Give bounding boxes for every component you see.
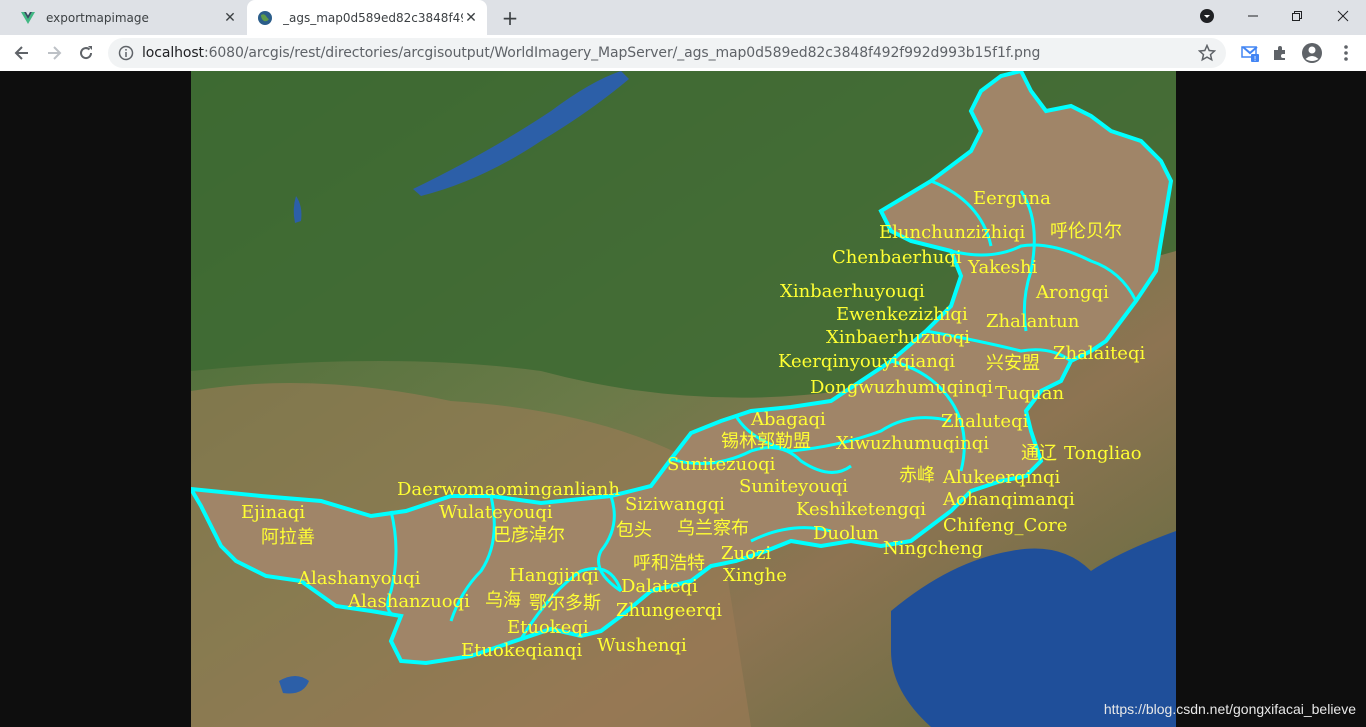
map-label: 呼和浩特 (633, 553, 705, 574)
reload-button[interactable] (72, 39, 100, 67)
map-label: Chenbaerhuqi (832, 247, 962, 268)
map-label: Xinbaerhuzuoqi (826, 327, 970, 348)
close-window-button[interactable] (1320, 0, 1366, 32)
tab-title: exportmapimage (46, 10, 149, 25)
restore-button[interactable] (1274, 0, 1320, 32)
map-label: Keerqinyouyiqianqi (778, 351, 955, 372)
map-label: Daerwomaominganlianh (397, 479, 620, 500)
map-label: Zhaluteqi (941, 411, 1029, 432)
close-icon (1337, 10, 1349, 22)
map-label: Ewenkezizhiqi (836, 304, 968, 325)
map-label: Wulateyouqi (439, 502, 553, 523)
map-label: 乌兰察布 (677, 518, 749, 539)
info-icon[interactable] (118, 45, 134, 61)
map-label: Yakeshi (967, 257, 1038, 278)
map-label: Zhungeerqi (616, 600, 722, 621)
map-label: Etuokeqianqi (461, 640, 582, 661)
map-label: Duolun (813, 523, 879, 544)
map-label: 通辽 (1021, 443, 1057, 464)
map-label: 乌海 (485, 590, 521, 611)
map-label: Eerguna (973, 188, 1051, 209)
map-label: Siziwangqi (625, 494, 725, 515)
map-label: 赤峰 (899, 465, 935, 486)
address-url[interactable]: localhost:6080/arcgis/rest/directories/a… (142, 45, 1040, 61)
map-label: Tuquan (995, 383, 1064, 404)
map-label: Alashanzuoqi (347, 591, 470, 612)
tab-map-image[interactable]: _ags_map0d589ed82c3848f49 ✕ (247, 0, 487, 35)
map-label: Etuokeqi (507, 617, 589, 638)
map-label: 巴彦淖尔 (493, 525, 565, 546)
puzzle-icon[interactable] (1270, 43, 1290, 63)
tab-exportmapimage[interactable]: exportmapimage ✕ (8, 0, 246, 35)
map-label: Suniteyouqi (739, 476, 848, 497)
minimize-icon (1248, 15, 1258, 17)
new-tab-button[interactable]: + (499, 6, 521, 30)
map-label: 兴安盟 (986, 353, 1040, 374)
restore-icon (1292, 11, 1302, 21)
chevron-down-circle-icon (1200, 9, 1214, 23)
map-label: Zhalantun (986, 311, 1080, 332)
map-label: Wushenqi (597, 635, 687, 656)
media-control-button[interactable] (1184, 0, 1230, 32)
map-label: Alashanyouqi (297, 568, 421, 589)
map-label: Arongqi (1035, 282, 1109, 303)
map-label: Dongwuzhumuqinqi (810, 377, 993, 398)
map-label: 锡林郭勒盟 (721, 431, 811, 452)
map-label: Chifeng_Core (943, 515, 1067, 536)
url-host: localhost (142, 45, 204, 61)
map-label: Dalateqi (621, 576, 698, 597)
reload-icon (80, 46, 93, 60)
map-label: Aohanqimanqi (942, 489, 1075, 510)
map-label: Sunitezuoqi (667, 454, 776, 475)
map-label: Zhalaiteqi (1053, 343, 1145, 364)
forward-button[interactable] (40, 39, 68, 67)
page-viewport: Eerguna Elunchunzizhiqi 呼伦贝尔 Chenbaerhuq… (0, 71, 1366, 727)
back-button[interactable] (8, 39, 36, 67)
map-label: Xinghe (723, 565, 787, 586)
url-path: :6080/arcgis/rest/directories/arcgisoutp… (203, 45, 1041, 61)
map-label: 鄂尔多斯 (529, 593, 601, 614)
map-label: Alukeerqinqi (942, 467, 1061, 488)
map-label: Zuozi (721, 543, 771, 564)
map-label: 阿拉善 (261, 527, 315, 548)
map-label: Xinbaerhuyouqi (780, 281, 925, 302)
vue-logo-icon (21, 11, 35, 24)
tab-strip: exportmapimage ✕ _ags_map0d589ed82c3848f… (0, 0, 1366, 35)
map-label: 呼伦贝尔 (1050, 221, 1122, 242)
extension-badge-icon[interactable]: ! (1240, 43, 1260, 63)
profile-icon[interactable] (1301, 42, 1323, 64)
map-image: Eerguna Elunchunzizhiqi 呼伦贝尔 Chenbaerhuq… (191, 71, 1176, 727)
map-label: Hangjinqi (509, 565, 599, 586)
minimize-button[interactable] (1230, 0, 1276, 32)
map-label: Elunchunzizhiqi (879, 222, 1026, 243)
svg-text:!: ! (1254, 55, 1257, 63)
map-label: 包头 (616, 520, 652, 541)
close-icon[interactable]: ✕ (222, 10, 238, 26)
watermark-text: https://blog.csdn.net/gongxifacai_believ… (1103, 701, 1356, 717)
forward-arrow-icon (48, 46, 62, 60)
close-icon[interactable]: ✕ (463, 10, 479, 26)
map-label: Abagaqi (750, 409, 826, 430)
map-label: Ningcheng (883, 538, 983, 559)
more-menu-icon[interactable] (1336, 43, 1356, 63)
globe-icon (258, 10, 272, 25)
back-arrow-icon (14, 46, 28, 60)
address-bar[interactable]: localhost:6080/arcgis/rest/directories/a… (108, 38, 1226, 68)
browser-toolbar: localhost:6080/arcgis/rest/directories/a… (0, 35, 1366, 72)
map-label: Ejinaqi (241, 502, 305, 523)
map-label: Xiwuzhumuqinqi (836, 433, 989, 454)
tab-title: _ags_map0d589ed82c3848f49 (283, 10, 463, 25)
map-label: Keshiketengqi (796, 499, 926, 520)
map-label: Tongliao (1064, 443, 1142, 464)
bookmark-star-icon[interactable] (1198, 44, 1216, 62)
